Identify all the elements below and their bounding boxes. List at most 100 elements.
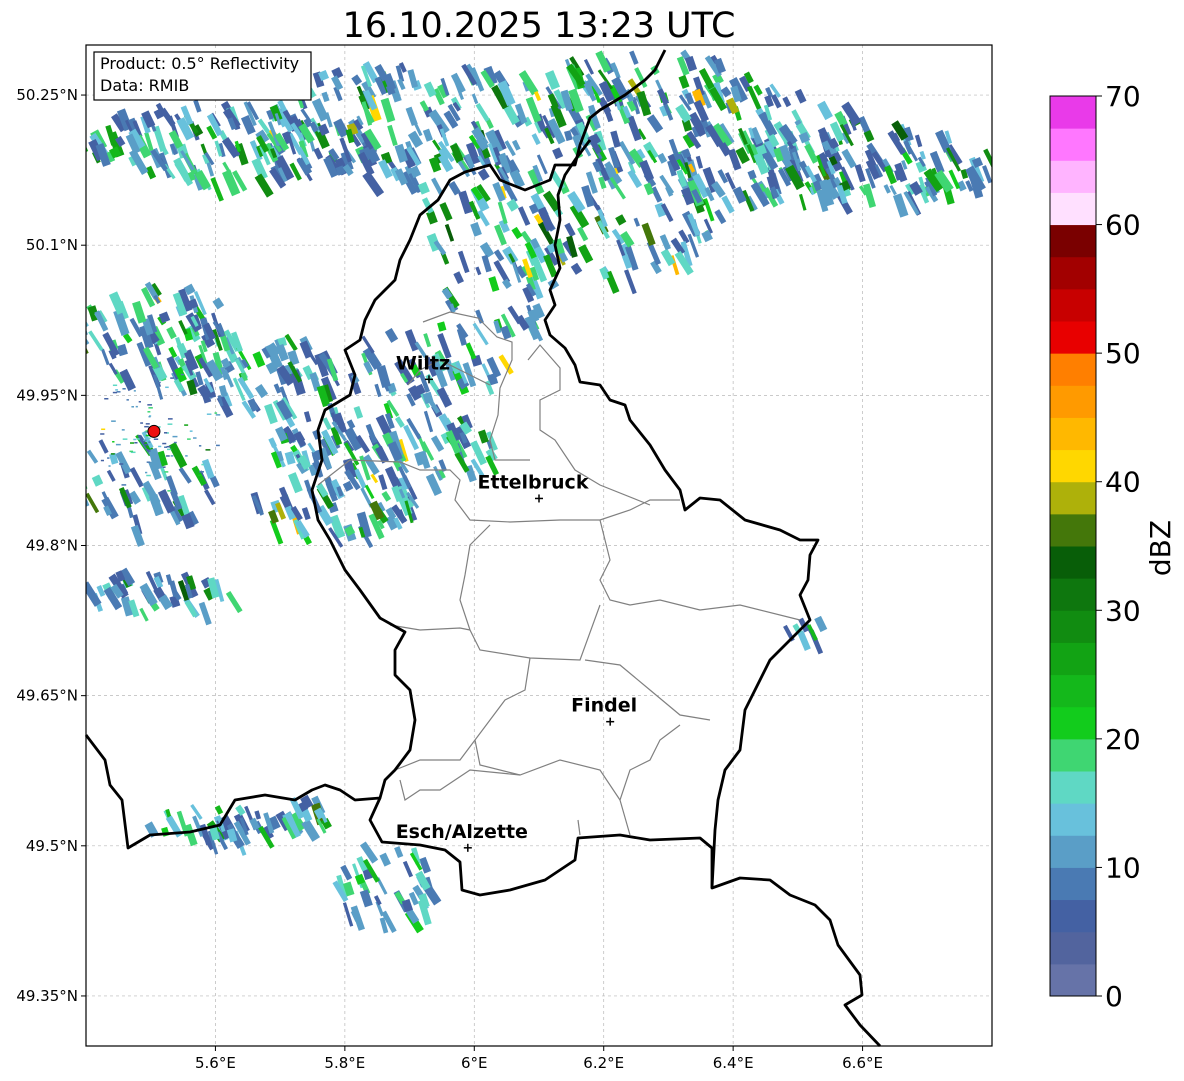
city-label: Findel: [571, 695, 637, 717]
colorbar-segments: [1050, 96, 1096, 997]
colorbar-segment: [1050, 803, 1096, 836]
echo-cell: [201, 463, 205, 466]
echo-cell: [126, 399, 129, 401]
echo-cell: [100, 459, 104, 462]
echo-cell: [153, 438, 159, 440]
lat-tick-label: 50.25°N: [16, 86, 78, 104]
colorbar-segment: [1050, 353, 1096, 386]
echo-cell: [205, 449, 211, 451]
echo-cell: [100, 433, 105, 435]
colorbar-segment: [1050, 513, 1096, 547]
colorbar-segment: [1050, 385, 1096, 418]
colorbar-tick-label: 60: [1105, 209, 1141, 242]
colorbar-segment: [1050, 835, 1096, 868]
colorbar-segment: [1050, 546, 1096, 579]
colorbar-segment: [1050, 738, 1096, 772]
colorbar-tick-label: 40: [1105, 466, 1141, 499]
city-label: Ettelbruck: [478, 471, 589, 493]
colorbar-segment: [1050, 610, 1096, 643]
city-label: Wiltz: [396, 352, 450, 374]
colorbar-segment: [1050, 256, 1096, 290]
colorbar-segment: [1050, 931, 1096, 965]
lat-tick-label: 49.8°N: [26, 537, 78, 555]
echo-cell: [167, 448, 172, 451]
echo-cell: [135, 405, 138, 408]
echo-cell: [147, 450, 151, 452]
echo-cell: [146, 461, 151, 463]
echo-cell: [137, 434, 141, 437]
echo-cell: [112, 391, 118, 394]
colorbar-segment: [1050, 642, 1096, 676]
echo-cell: [110, 453, 115, 455]
echo-cell: [156, 381, 161, 384]
echo-cell: [122, 438, 128, 440]
echo-cell: [197, 474, 202, 477]
echo-cell: [184, 424, 189, 426]
echo-cell: [158, 445, 162, 448]
echo-cell: [148, 441, 151, 443]
echo-cell: [133, 390, 136, 392]
echo-cell: [108, 465, 111, 467]
echo-cell: [116, 391, 121, 393]
echo-cell: [107, 457, 110, 459]
echo-cell: [145, 423, 150, 425]
echo-cell: [133, 438, 137, 441]
colorbar-segment: [1050, 224, 1096, 258]
lon-tick-label: 6.2°E: [583, 1054, 624, 1072]
echo-cell: [185, 455, 188, 457]
colorbar-label: dBZ: [1144, 520, 1177, 576]
echo-cell: [167, 490, 171, 492]
echo-cell: [214, 412, 218, 414]
city-label: Esch/Alzette: [396, 821, 528, 843]
echo-cell: [144, 425, 149, 428]
echo-cell: [145, 471, 148, 474]
radar-map-figure: 16.10.2025 13:23 UTC WiltzEttelbruckFind…: [16, 6, 1177, 1072]
map-title: 16.10.2025 13:23 UTC: [343, 6, 736, 46]
echo-cell: [146, 474, 151, 477]
echo-cell: [170, 455, 174, 457]
echo-cell: [198, 445, 202, 447]
echo-cell: [111, 420, 116, 422]
echo-cell: [173, 441, 177, 444]
echo-cell: [164, 471, 169, 473]
latitude-tick-labels: 50.25°N 50.1°N 49.95°N 49.8°N 49.65°N 49.5°N 4…: [16, 86, 78, 1005]
colorbar-segment: [1050, 449, 1096, 483]
echo-cell: [115, 389, 118, 391]
colorbar-tick-label: 10: [1105, 851, 1141, 884]
echo-cell: [163, 432, 168, 434]
echo-cell: [187, 438, 191, 440]
echo-cell: [119, 463, 124, 465]
echo-cell: [131, 406, 134, 408]
echo-cell: [148, 437, 151, 439]
echo-cell: [121, 484, 127, 486]
lat-tick-label: 49.65°N: [16, 687, 78, 705]
colorbar-tick-label: 70: [1105, 80, 1141, 113]
colorbar-tick-label: 0: [1105, 980, 1123, 1013]
colorbar-tick-labels: 0 10 20 30 40 50 60 70: [1096, 80, 1141, 1013]
lon-tick-label: 5.8°E: [324, 1054, 365, 1072]
echo-cell: [112, 384, 118, 387]
colorbar-segment: [1050, 867, 1096, 901]
colorbar-segment: [1050, 128, 1096, 161]
longitude-tick-labels: 5.6°E 5.8°E 6°E 6.2°E 6.4°E 6.6°E: [195, 1054, 883, 1072]
colorbar-segment: [1050, 160, 1096, 193]
echo-cell: [101, 428, 106, 431]
colorbar-segment: [1050, 417, 1096, 451]
echo-cell: [122, 388, 126, 390]
lat-tick-label: 50.1°N: [26, 236, 78, 254]
echo-cell: [199, 471, 204, 473]
echo-cell: [166, 455, 170, 457]
echo-cell: [121, 429, 125, 431]
radar-site-marker: [147, 424, 161, 438]
map-plot-area: Wiltz Ettelbruck Findel Esch/Alzette Produc…: [81, 44, 993, 1051]
colorbar-tick-label: 50: [1105, 337, 1141, 370]
echo-cell: [193, 437, 197, 439]
lon-tick-label: 6.6°E: [842, 1054, 883, 1072]
echo-cell: [112, 441, 115, 443]
echo-cell: [162, 466, 166, 468]
echo-cell: [172, 435, 178, 438]
product-label: Product: 0.5° Reflectivity: [100, 54, 299, 73]
lon-tick-label: 5.6°E: [195, 1054, 236, 1072]
echo-cell: [143, 439, 147, 441]
echo-cell: [115, 443, 121, 446]
